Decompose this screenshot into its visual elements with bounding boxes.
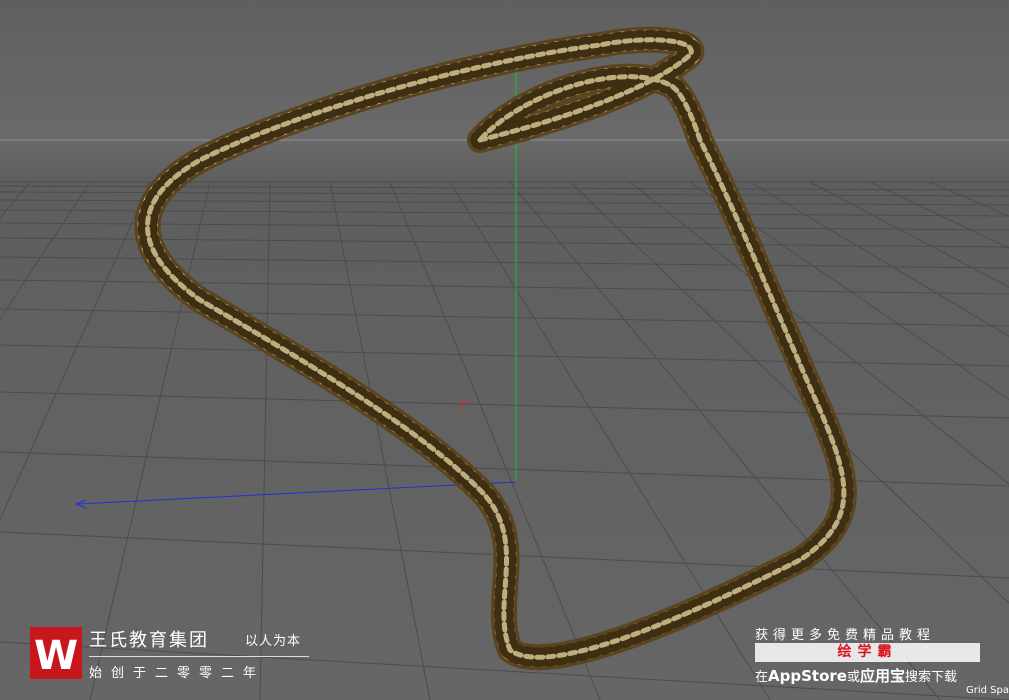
promo-app: 应用宝 bbox=[859, 667, 905, 685]
grid-spacing-label: Grid Spa bbox=[966, 685, 1009, 696]
viewport-scene[interactable] bbox=[0, 0, 1009, 700]
x-axis-line bbox=[461, 399, 471, 403]
chain-model[interactable] bbox=[134, 26, 857, 671]
3d-viewport[interactable]: W 王氏教育集团 以人为本 始创于二零零二年 获得更多免费精品教程 绘学霸 在A… bbox=[0, 0, 1009, 700]
brand-title: 王氏教育集团 bbox=[89, 630, 209, 651]
promo-mid: 或 bbox=[846, 670, 860, 685]
promo-prefix: 在 bbox=[755, 670, 769, 685]
brand-subtitle: 始创于二零零二年 bbox=[89, 666, 266, 681]
promo-suffix: 搜索下载 bbox=[904, 670, 957, 685]
promo-store: AppStore bbox=[768, 667, 847, 685]
promo-app-name: 绘学霸 bbox=[755, 643, 980, 662]
promo-download-text: 在AppStore或应用宝搜索下载 bbox=[755, 665, 957, 686]
brand-logo: W bbox=[30, 627, 82, 679]
z-axis-line bbox=[77, 481, 517, 505]
brand-slogan: 以人为本 bbox=[245, 634, 302, 649]
brand-divider bbox=[89, 656, 309, 657]
brand-logo-letter: W bbox=[34, 633, 78, 679]
promo-headline: 获得更多免费精品教程 bbox=[755, 628, 936, 643]
